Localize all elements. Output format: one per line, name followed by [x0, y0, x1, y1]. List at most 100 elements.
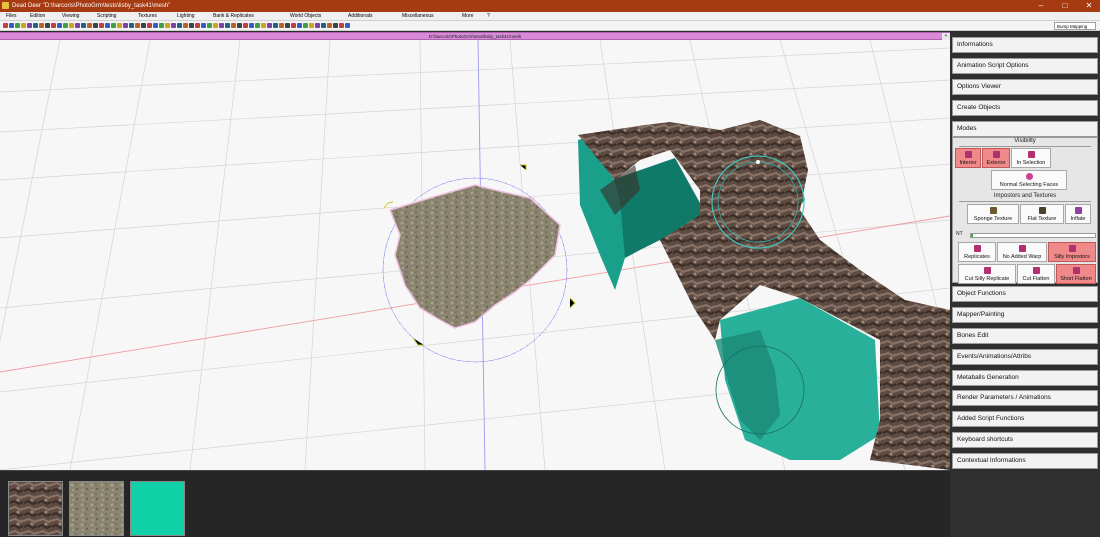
mode-exterior-button[interactable]: Exterior [982, 148, 1010, 168]
menu-files[interactable]: Files [6, 12, 17, 21]
tool-redo-icon[interactable] [219, 23, 224, 28]
tool-render-icon[interactable] [189, 23, 194, 28]
tool-camera-icon[interactable] [81, 23, 86, 28]
tool-light-icon[interactable] [267, 23, 272, 28]
tool-cut-icon[interactable] [321, 23, 326, 28]
panel-create-objects[interactable]: Create Objects [952, 100, 1098, 116]
mode-interior-button[interactable]: Interior [955, 148, 981, 168]
tool-new-icon[interactable] [99, 23, 104, 28]
cut-silly-replicate-button[interactable]: Cut Silly Replicate [958, 264, 1016, 284]
tool-camera-icon[interactable] [273, 23, 278, 28]
tool-rotate-icon[interactable] [255, 23, 260, 28]
tool-save-icon[interactable] [15, 23, 20, 28]
tool-redo-icon[interactable] [27, 23, 32, 28]
no-added-warp-button[interactable]: No Added Warp [997, 242, 1047, 262]
tool-move-icon[interactable] [57, 23, 62, 28]
ground-mesh[interactable] [388, 184, 561, 329]
panel-keyboard-shortcuts[interactable]: Keyboard shortcuts [952, 432, 1098, 448]
maximize-button[interactable]: □ [1053, 0, 1077, 12]
tool-select-icon[interactable] [51, 23, 56, 28]
panel-bones-edit[interactable]: Bones Edit [952, 328, 1098, 344]
tool-undo-icon[interactable] [309, 23, 314, 28]
tool-open-icon[interactable] [105, 23, 110, 28]
menu-viewing[interactable]: Viewing [62, 12, 79, 21]
3d-viewport[interactable] [0, 40, 950, 470]
tool-undo-icon[interactable] [117, 23, 122, 28]
tool-copy-icon[interactable] [39, 23, 44, 28]
menu-additionals[interactable]: Additionals [348, 12, 372, 21]
tool-copy-icon[interactable] [135, 23, 140, 28]
gizmo-handle[interactable] [756, 160, 760, 164]
tool-material-icon[interactable] [87, 23, 92, 28]
menu-miscellaneous[interactable]: Miscellaneous [402, 12, 434, 21]
tool-cut-icon[interactable] [129, 23, 134, 28]
minimize-button[interactable]: – [1029, 0, 1053, 12]
tool-undo-icon[interactable] [21, 23, 26, 28]
tool-move-icon[interactable] [345, 23, 350, 28]
panel-object-functions[interactable]: Object Functions [952, 286, 1098, 302]
short-flatten-button[interactable]: Short Flatten [1056, 264, 1096, 284]
replicates-button[interactable]: Replicates [958, 242, 996, 262]
panel-metaballs-generation[interactable]: Metaballs Generation [952, 370, 1098, 386]
tool-new-icon[interactable] [3, 23, 8, 28]
tool-paste-icon[interactable] [45, 23, 50, 28]
tool-cut-icon[interactable] [225, 23, 230, 28]
path-bar-button[interactable]: + [942, 33, 950, 40]
tool-select-icon[interactable] [243, 23, 248, 28]
tool-material-icon[interactable] [183, 23, 188, 28]
tool-move-icon[interactable] [249, 23, 254, 28]
tool-rotate-icon[interactable] [63, 23, 68, 28]
tool-save-icon[interactable] [111, 23, 116, 28]
panel-contextual-informations[interactable]: Contextual Informations [952, 453, 1098, 469]
sponge-texture-button[interactable]: Sponge Texture [967, 204, 1019, 224]
inflate-button[interactable]: Inflate [1065, 204, 1091, 224]
silly-impostors-button[interactable]: Silly Impostors [1048, 242, 1096, 262]
tool-scale-icon[interactable] [261, 23, 266, 28]
tool-cut-icon[interactable] [33, 23, 38, 28]
panel-render-parameters[interactable]: Render Parameters / Animations [952, 390, 1098, 406]
tool-move-icon[interactable] [153, 23, 158, 28]
viewport-canvas[interactable] [0, 40, 950, 470]
menu-more[interactable]: More [462, 12, 473, 21]
tool-light-icon[interactable] [75, 23, 80, 28]
texture-thumbnail-teal[interactable] [130, 481, 185, 536]
menu-textures[interactable]: Textures [138, 12, 157, 21]
tool-copy-icon[interactable] [231, 23, 236, 28]
close-button[interactable]: ✕ [1077, 0, 1100, 12]
flat-texture-button[interactable]: Flat Texture [1020, 204, 1064, 224]
tool-paste-icon[interactable] [141, 23, 146, 28]
tool-undo-icon[interactable] [213, 23, 218, 28]
stone-ruin-object[interactable] [578, 120, 950, 470]
tool-select-icon[interactable] [147, 23, 152, 28]
mode-normal-selecting-faces-button[interactable]: Normal Selecting Faces [991, 170, 1067, 190]
panel-modes[interactable]: Modes [952, 121, 1098, 137]
tool-scale-icon[interactable] [69, 23, 74, 28]
tool-copy-icon[interactable] [327, 23, 332, 28]
panel-animation-script-options[interactable]: Animation Script Options [952, 58, 1098, 74]
tool-save-icon[interactable] [207, 23, 212, 28]
tool-new-icon[interactable] [291, 23, 296, 28]
panel-mapper-painting[interactable]: Mapper/Painting [952, 307, 1098, 323]
menu-world-objects[interactable]: World Objects [290, 12, 321, 21]
panel-informations[interactable]: Informations [952, 37, 1098, 53]
tool-new-icon[interactable] [195, 23, 200, 28]
tool-redo-icon[interactable] [123, 23, 128, 28]
panel-added-script-functions[interactable]: Added Script Functions [952, 411, 1098, 427]
tool-redo-icon[interactable] [315, 23, 320, 28]
tool-scale-icon[interactable] [165, 23, 170, 28]
tool-material-icon[interactable] [279, 23, 284, 28]
cut-flatten-button[interactable]: Cut Flatten [1017, 264, 1055, 284]
tool-paste-icon[interactable] [333, 23, 338, 28]
menu-help[interactable]: ? [487, 12, 490, 21]
mode-in-selection-button[interactable]: In Selection [1011, 148, 1051, 168]
tool-open-icon[interactable] [297, 23, 302, 28]
tool-render-icon[interactable] [285, 23, 290, 28]
texture-thumbnail-stone[interactable] [8, 481, 63, 536]
tool-rotate-icon[interactable] [159, 23, 164, 28]
tool-save-icon[interactable] [303, 23, 308, 28]
tool-select-icon[interactable] [339, 23, 344, 28]
tool-paste-icon[interactable] [237, 23, 242, 28]
panel-events-animations-attribs[interactable]: Events/Animations/Attribs [952, 349, 1098, 365]
tool-open-icon[interactable] [9, 23, 14, 28]
tool-open-icon[interactable] [201, 23, 206, 28]
